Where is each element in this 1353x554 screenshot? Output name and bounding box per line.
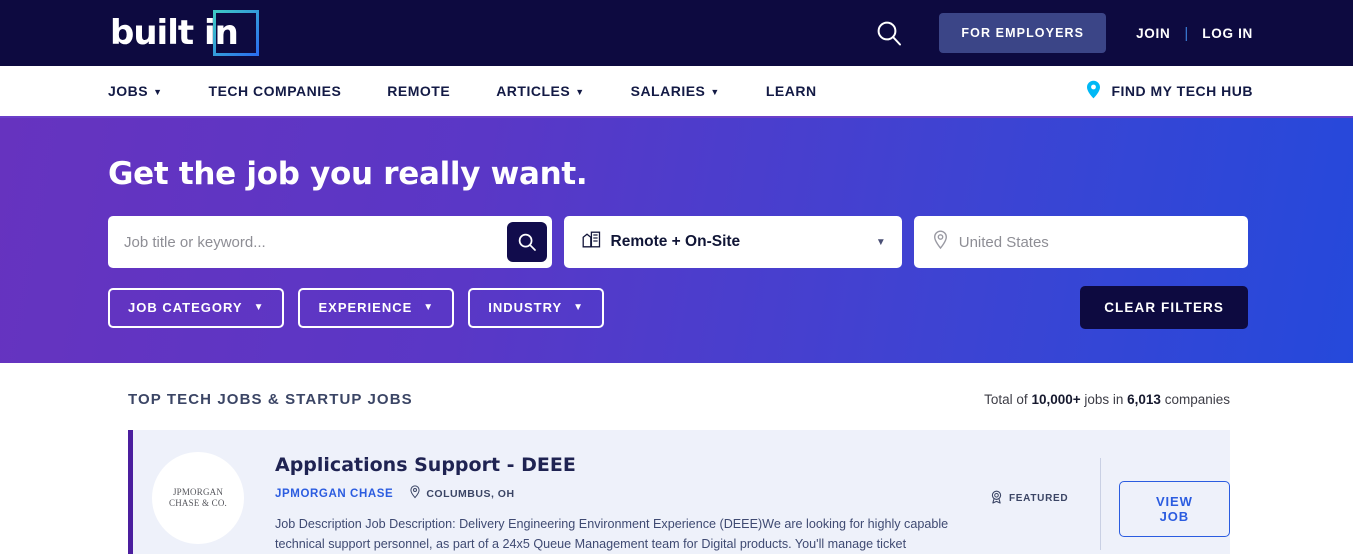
company-logo-line2: CHASE & CO. bbox=[169, 498, 227, 508]
find-my-tech-hub-link[interactable]: FIND MY TECH HUB bbox=[1086, 80, 1253, 102]
count-prefix: Total of bbox=[984, 392, 1032, 407]
nav-label: SALARIES bbox=[630, 83, 706, 99]
chevron-down-icon: ▼ bbox=[253, 302, 265, 313]
count-suffix: companies bbox=[1160, 392, 1230, 407]
nav-item-salaries[interactable]: SALARIES ▼ bbox=[631, 83, 720, 99]
hero-section: Get the job you really want. Job title o… bbox=[0, 118, 1353, 363]
top-bar-actions: FOR EMPLOYERS JOIN | LOG IN bbox=[867, 11, 1253, 55]
chevron-down-icon: ▼ bbox=[153, 87, 163, 97]
remote-select-value: Remote + On-Site bbox=[610, 233, 741, 250]
job-meta: JPMORGAN CHASE COLUMBUS, OH bbox=[275, 485, 972, 502]
nav-item-learn[interactable]: LEARN bbox=[766, 83, 817, 99]
nav-label: LEARN bbox=[765, 83, 817, 99]
top-bar: built in FOR EMPLOYERS JOIN | LOG IN bbox=[0, 0, 1353, 66]
job-card[interactable]: JPMORGAN CHASE & CO. Applications Suppor… bbox=[128, 430, 1230, 554]
location-search-field[interactable] bbox=[913, 216, 1248, 268]
company-logo-wrap: JPMORGAN CHASE & CO. bbox=[133, 446, 263, 554]
count-jobs: 10,000+ bbox=[1031, 392, 1081, 407]
search-row: Remote + On-Site ▼ bbox=[108, 216, 1248, 268]
view-job-button[interactable]: VIEW JOB bbox=[1118, 481, 1230, 537]
main-navigation: JOBS ▼ TECH COMPANIES REMOTE ARTICLES ▼ … bbox=[0, 66, 1353, 118]
auth-links: JOIN | LOG IN bbox=[1136, 25, 1253, 42]
logo-text: built in bbox=[110, 13, 239, 53]
nav-item-remote[interactable]: REMOTE bbox=[387, 83, 450, 99]
remote-onsite-select[interactable]: Remote + On-Site ▼ bbox=[563, 216, 902, 268]
filter-label: INDUSTRY bbox=[488, 300, 563, 315]
search-icon[interactable] bbox=[867, 11, 911, 55]
search-input[interactable] bbox=[124, 233, 507, 251]
industry-filter[interactable]: INDUSTRY ▼ bbox=[468, 287, 605, 328]
results-title: TOP TECH JOBS & STARTUP JOBS bbox=[128, 391, 413, 408]
chevron-down-icon: ▼ bbox=[710, 87, 720, 97]
nav-label: REMOTE bbox=[387, 83, 451, 99]
location-input[interactable] bbox=[958, 233, 1232, 251]
hero-heading: Get the job you really want. bbox=[108, 156, 588, 192]
nav-label: JOBS bbox=[108, 83, 149, 99]
count-companies: 6,013 bbox=[1127, 392, 1161, 407]
count-middle: jobs in bbox=[1080, 392, 1128, 407]
divider bbox=[1099, 458, 1101, 550]
job-details: Applications Support - DEEE JPMORGAN CHA… bbox=[263, 446, 990, 554]
keyword-search-field[interactable] bbox=[108, 216, 552, 268]
join-link[interactable]: JOIN bbox=[1136, 26, 1170, 41]
job-location: COLUMBUS, OH bbox=[409, 485, 514, 502]
job-card-actions: FEATURED VIEW JOB bbox=[990, 446, 1230, 554]
chevron-down-icon: ▼ bbox=[875, 236, 886, 248]
chevron-down-icon: ▼ bbox=[575, 87, 585, 97]
company-logo: JPMORGAN CHASE & CO. bbox=[152, 452, 244, 544]
office-building-icon bbox=[582, 230, 601, 254]
login-link[interactable]: LOG IN bbox=[1202, 26, 1253, 41]
nav-label: TECH COMPANIES bbox=[208, 83, 342, 99]
clear-filters-button[interactable]: CLEAR FILTERS bbox=[1080, 286, 1248, 329]
auth-divider: | bbox=[1184, 24, 1189, 42]
nav-item-jobs[interactable]: JOBS ▼ bbox=[108, 83, 163, 99]
map-pin-icon bbox=[1086, 80, 1101, 102]
filter-label: JOB CATEGORY bbox=[128, 300, 243, 315]
builtin-logo[interactable]: built in bbox=[108, 9, 259, 57]
tech-hub-label: FIND MY TECH HUB bbox=[1111, 83, 1253, 99]
nav-item-articles[interactable]: ARTICLES ▼ bbox=[496, 83, 584, 99]
filter-label: EXPERIENCE bbox=[318, 300, 413, 315]
company-logo-line1: JPMORGAN bbox=[172, 486, 224, 497]
featured-label: FEATURED bbox=[1009, 493, 1069, 504]
results-count: Total of 10,000+ jobs in 6,013 companies bbox=[984, 392, 1230, 407]
award-ribbon-icon bbox=[990, 490, 1003, 507]
experience-filter[interactable]: EXPERIENCE ▼ bbox=[298, 287, 455, 328]
for-employers-button[interactable]: FOR EMPLOYERS bbox=[939, 13, 1107, 53]
status-badge: FEATURED bbox=[990, 490, 1092, 507]
nav-item-tech-companies[interactable]: TECH COMPANIES bbox=[209, 83, 342, 99]
company-name[interactable]: JPMORGAN CHASE bbox=[275, 488, 393, 500]
map-pin-outline-icon bbox=[932, 229, 949, 255]
search-submit-button[interactable] bbox=[506, 222, 547, 262]
filter-row: JOB CATEGORY ▼ EXPERIENCE ▼ INDUSTRY ▼ C… bbox=[108, 286, 1248, 329]
job-category-filter[interactable]: JOB CATEGORY ▼ bbox=[108, 287, 285, 328]
job-description: Job Description Job Description: Deliver… bbox=[275, 517, 949, 552]
chevron-down-icon: ▼ bbox=[573, 302, 585, 313]
results-section: TOP TECH JOBS & STARTUP JOBS Total of 10… bbox=[0, 363, 1353, 554]
job-title[interactable]: Applications Support - DEEE bbox=[275, 454, 972, 476]
map-pin-outline-icon bbox=[409, 485, 421, 502]
location-text: COLUMBUS, OH bbox=[426, 487, 515, 500]
nav-label: ARTICLES bbox=[496, 83, 571, 99]
chevron-down-icon: ▼ bbox=[423, 302, 435, 313]
results-header: TOP TECH JOBS & STARTUP JOBS Total of 10… bbox=[128, 391, 1230, 408]
nav-items: JOBS ▼ TECH COMPANIES REMOTE ARTICLES ▼ … bbox=[108, 83, 817, 99]
